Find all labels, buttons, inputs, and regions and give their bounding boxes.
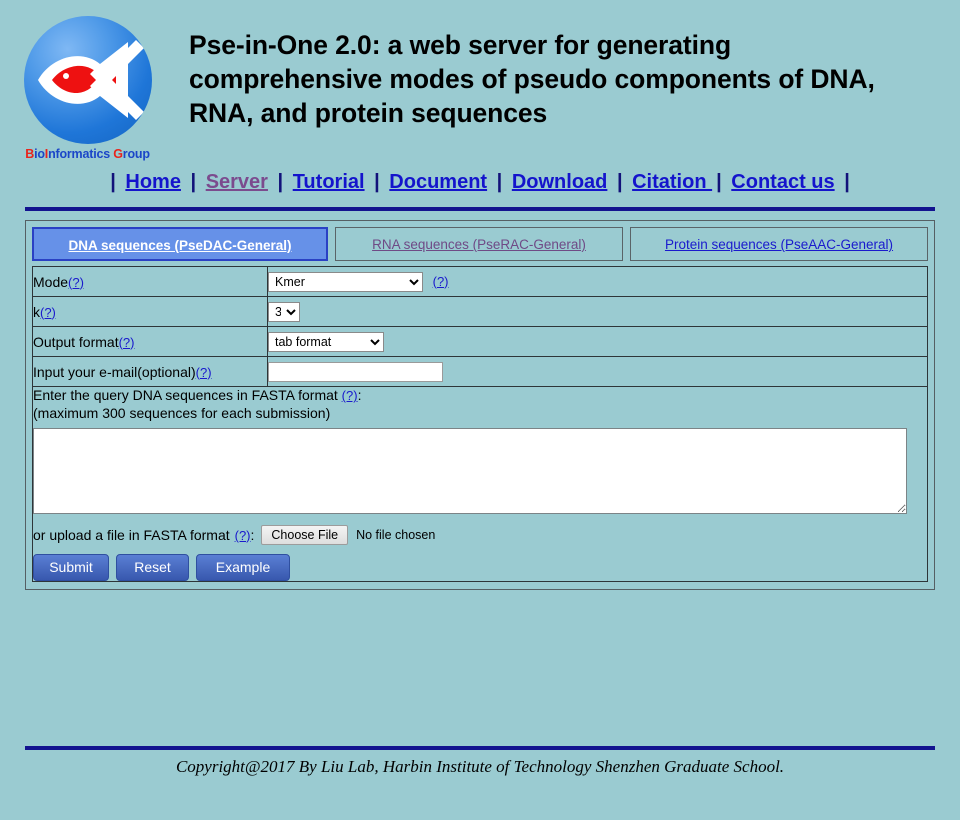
- sequence-type-tabs: DNA sequences (PseDAC-General) RNA seque…: [32, 227, 928, 261]
- k-label-cell: k(?): [32, 296, 268, 327]
- nav-link-server[interactable]: Server: [205, 171, 269, 193]
- email-field[interactable]: [268, 361, 443, 382]
- tab-protein-sequences[interactable]: Protein sequences (PseAAC-General): [630, 227, 928, 261]
- nav-link-contact-us[interactable]: Contact us: [730, 171, 835, 193]
- upload-colon: :: [250, 527, 255, 544]
- k-help-icon[interactable]: (?): [40, 305, 56, 320]
- mode-label: Mode: [33, 273, 69, 290]
- tab-protein-label: Protein sequences (PseAAC-General): [664, 237, 894, 252]
- parameters-table: Mode(?) Kmer (?) k(?) 3 Output format(?)…: [32, 266, 928, 583]
- main-navigation: | Home | Server | Tutorial | Document | …: [0, 161, 960, 194]
- reset-button[interactable]: Reset: [116, 554, 189, 582]
- nav-pipe-5: |: [616, 171, 623, 193]
- output-format-label-cell: Output format(?): [32, 326, 268, 357]
- email-label-cell: Input your e-mail(optional)(?): [32, 356, 268, 387]
- nav-pipe-2: |: [277, 171, 284, 193]
- upload-help-icon[interactable]: (?): [235, 528, 251, 543]
- footer-divider: [25, 746, 935, 750]
- logo-block: BioInformatics Group: [0, 8, 175, 161]
- nav-pipe-4: |: [496, 171, 503, 193]
- output-format-select[interactable]: tab format: [268, 331, 384, 352]
- copyright-text: Copyright@2017 By Liu Lab, Harbin Instit…: [175, 757, 785, 776]
- k-select[interactable]: 3: [268, 301, 300, 322]
- server-form-panel: DNA sequences (PseDAC-General) RNA seque…: [25, 220, 935, 591]
- submit-button[interactable]: Submit: [33, 554, 109, 582]
- tab-rna-label: RNA sequences (PseRAC-General): [372, 237, 586, 252]
- nav-link-citation[interactable]: Citation: [631, 171, 713, 193]
- nav-link-document[interactable]: Document: [388, 171, 488, 193]
- k-label: k: [33, 303, 40, 320]
- table-row-output-format: Output format(?) tab format: [32, 326, 928, 357]
- tab-rna-sequences[interactable]: RNA sequences (PseRAC-General): [335, 227, 623, 261]
- file-status-text: No file chosen: [356, 528, 436, 543]
- table-row-mode: Mode(?) Kmer (?): [32, 266, 928, 297]
- sequence-input-cell: Enter the query DNA sequences in FASTA f…: [32, 385, 928, 583]
- sequence-prompt-colon: :: [357, 387, 362, 403]
- nav-link-download[interactable]: Download: [511, 171, 609, 193]
- upload-label: or upload a file in FASTA format: [33, 527, 230, 544]
- output-format-help-icon[interactable]: (?): [119, 335, 135, 350]
- mode-label-cell: Mode(?): [32, 266, 268, 297]
- output-format-label: Output format: [33, 333, 119, 350]
- page-header: BioInformatics Group Pse-in-One 2.0: a w…: [0, 0, 960, 161]
- sequence-textarea[interactable]: [33, 428, 907, 515]
- mode-extra-help-icon[interactable]: (?): [433, 274, 449, 289]
- sequence-help-icon[interactable]: (?): [342, 388, 358, 403]
- nav-pipe-leading: |: [110, 171, 116, 193]
- email-help-icon[interactable]: (?): [196, 365, 212, 380]
- sequence-prompt-text: Enter the query DNA sequences in FASTA f…: [33, 387, 338, 403]
- email-value-cell: [267, 356, 928, 387]
- example-button[interactable]: Example: [196, 554, 290, 582]
- sequence-prompt-line1: Enter the query DNA sequences in FASTA f…: [33, 387, 927, 405]
- sequence-prompt-line2: (maximum 300 sequences for each submissi…: [33, 404, 331, 421]
- mode-select[interactable]: Kmer: [268, 271, 423, 292]
- logo-caption: BioInformatics Group: [25, 147, 150, 161]
- k-value-cell: 3: [267, 296, 928, 327]
- choose-file-button[interactable]: Choose File: [261, 525, 349, 546]
- header-divider: [25, 207, 935, 211]
- nav-pipe-6: |: [716, 171, 722, 193]
- table-row-k: k(?) 3: [32, 296, 928, 327]
- file-upload-row: or upload a file in FASTA format (?): Ch…: [33, 525, 927, 546]
- mode-help-icon[interactable]: (?): [68, 275, 84, 290]
- fish-logo-icon: [23, 16, 152, 144]
- nav-pipe-3: |: [374, 171, 380, 193]
- nav-pipe-trailing: |: [844, 171, 850, 193]
- table-row-email: Input your e-mail(optional)(?): [32, 356, 928, 387]
- tab-dna-label: DNA sequences (PseDAC-General): [68, 238, 292, 253]
- email-label: Input your e-mail(optional): [33, 363, 196, 380]
- action-buttons: Submit Reset Example: [33, 554, 927, 582]
- nav-pipe-1: |: [190, 171, 197, 193]
- tab-dna-sequences[interactable]: DNA sequences (PseDAC-General): [32, 227, 328, 261]
- nav-link-tutorial[interactable]: Tutorial: [292, 171, 366, 193]
- mode-value-cell: Kmer (?): [267, 266, 928, 297]
- page-title: Pse-in-One 2.0: a web server for generat…: [189, 30, 875, 129]
- nav-link-home[interactable]: Home: [124, 171, 182, 193]
- output-format-value-cell: tab format: [267, 326, 928, 357]
- table-row-sequence-input: Enter the query DNA sequences in FASTA f…: [32, 385, 928, 583]
